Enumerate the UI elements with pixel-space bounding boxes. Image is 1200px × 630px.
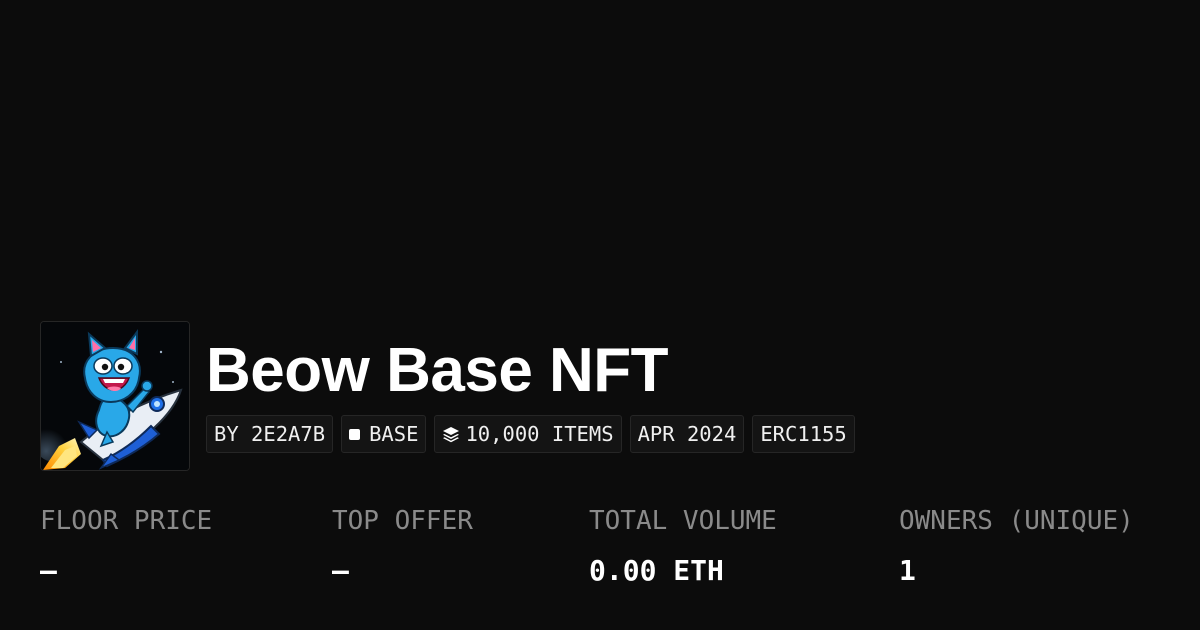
collection-title: Beow Base NFT	[206, 336, 669, 405]
creator-tag-label: BY 2E2A7B	[214, 422, 326, 446]
items-tag: 10,000 ITEMS	[434, 415, 622, 453]
floor-price-value: –	[40, 554, 57, 587]
owners-label: OWNERS (UNIQUE)	[899, 506, 1134, 536]
layers-icon	[443, 427, 460, 443]
collection-tags: BY 2E2A7B BASE 10,000 ITEMS APR 2024 ERC…	[206, 415, 855, 453]
chain-tag[interactable]: BASE	[341, 415, 427, 453]
total-volume-value: 0.00 ETH	[589, 554, 724, 587]
floor-price-stat: FLOOR PRICE –	[40, 502, 212, 590]
owners-value: 1	[899, 554, 916, 587]
top-offer-stat: TOP OFFER –	[332, 502, 473, 590]
chain-tag-label: BASE	[369, 422, 419, 446]
collection-preview-card: { "collection": { "title": "Beow Base NF…	[0, 0, 1200, 630]
standard-tag: ERC1155	[752, 415, 855, 453]
date-tag: APR 2024	[629, 415, 745, 453]
standard-tag-label: ERC1155	[760, 422, 847, 446]
collection-avatar[interactable]	[40, 321, 190, 471]
total-volume-label: TOTAL VOLUME	[589, 506, 777, 536]
total-volume-stat: TOTAL VOLUME 0.00 ETH	[589, 502, 777, 590]
square-dot-icon	[349, 428, 361, 440]
top-offer-value: –	[332, 554, 349, 587]
date-tag-label: APR 2024	[637, 422, 737, 446]
floor-price-label: FLOOR PRICE	[40, 506, 213, 536]
creator-tag[interactable]: BY 2E2A7B	[206, 415, 334, 453]
blue-cat-rocket-image	[41, 322, 189, 470]
top-offer-label: TOP OFFER	[332, 506, 473, 536]
items-tag-label: 10,000 ITEMS	[465, 422, 614, 446]
owners-stat: OWNERS (UNIQUE) 1	[899, 502, 1134, 590]
